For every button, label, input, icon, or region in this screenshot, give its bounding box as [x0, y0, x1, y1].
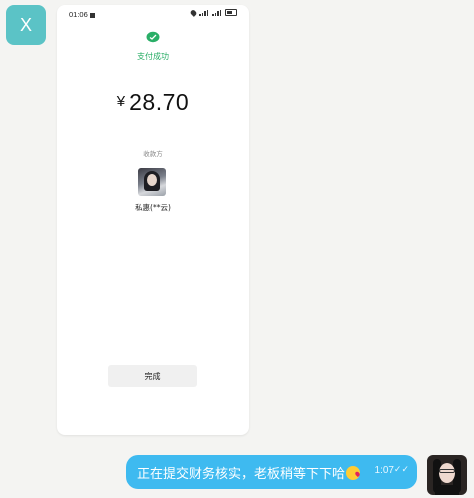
status-icons [189, 8, 237, 17]
signal-icon [199, 9, 209, 16]
battery-icon [225, 9, 237, 16]
user-avatar[interactable] [427, 455, 467, 495]
kissing-face-emoji-icon [346, 465, 361, 480]
contact-avatar-letter: X [19, 14, 32, 35]
payment-screenshot-image[interactable]: 01:06 支付成功 ¥28.70 收款方 私惠(**云) 完成 [57, 5, 249, 435]
status-time: 01:06 [69, 10, 95, 19]
amount-value: 28.70 [129, 89, 190, 115]
contact-avatar[interactable]: X [6, 5, 46, 45]
payment-success-title: 支付成功 [137, 52, 169, 61]
payment-amount: ¥28.70 [57, 89, 249, 116]
location-icon [189, 8, 198, 17]
done-button[interactable]: 完成 [108, 365, 197, 387]
chat-message-bubble[interactable]: 正在提交财务核实，老板稍等下下哈 1:07 ✓✓ [126, 455, 417, 489]
payee-name: 私惠(**云) [135, 203, 171, 212]
message-time: 1:07 [374, 465, 394, 476]
payee-label: 收款方 [143, 150, 163, 158]
payee-avatar [138, 168, 166, 196]
notification-icon [89, 12, 95, 18]
wechat-icon [146, 31, 160, 43]
signal-icon-2 [212, 9, 222, 16]
status-bar: 01:06 [57, 8, 249, 21]
read-receipt-icon: ✓✓ [393, 465, 409, 475]
currency-symbol: ¥ [116, 93, 126, 110]
message-text: 正在提交财务核实，老板稍等下下哈 [137, 463, 361, 482]
